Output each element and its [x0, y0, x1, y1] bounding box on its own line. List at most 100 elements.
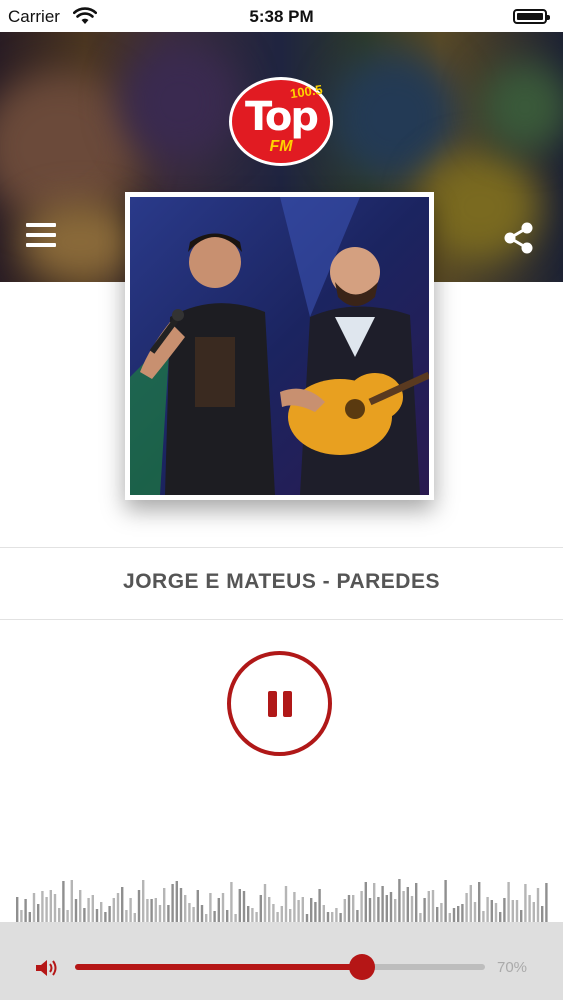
visualizer-bar	[389, 892, 393, 922]
visualizer-bar	[112, 898, 115, 922]
divider-top	[0, 547, 563, 548]
visualizer-bar	[116, 893, 120, 922]
visualizer-bar	[402, 891, 405, 922]
visualizer-bar	[305, 914, 309, 922]
visualizer-bar	[461, 904, 464, 922]
visualizer-bar	[32, 893, 36, 922]
visualizer-bar	[410, 896, 414, 922]
visualizer-bar	[499, 912, 502, 922]
visualizer-bar	[192, 907, 195, 922]
visualizer-bar	[234, 914, 237, 922]
visualizer-bar	[423, 898, 426, 922]
visualizer-bar	[339, 913, 342, 922]
visualizer-bar	[230, 882, 233, 922]
visualizer-bar	[478, 882, 481, 922]
visualizer-bar	[62, 881, 65, 922]
visualizer-bar	[293, 892, 296, 922]
visualizer-bar	[326, 912, 330, 922]
visualizer-bar	[356, 910, 359, 922]
visualizer-bar	[448, 913, 451, 922]
visualizer-bar	[16, 897, 19, 922]
status-time: 5:38 PM	[249, 7, 314, 26]
visualizer-bar	[263, 884, 267, 922]
visualizer-bar	[184, 895, 187, 922]
visualizer-bar	[205, 914, 208, 922]
visualizer-bar	[406, 887, 409, 922]
visualizer-bar	[37, 904, 40, 922]
visualizer-bar	[226, 910, 229, 922]
visualizer-bar	[70, 880, 73, 922]
visualizer-bar	[129, 898, 132, 922]
visualizer-bar	[284, 886, 288, 922]
visualizer-bar	[91, 895, 94, 922]
visualizer-bar	[79, 890, 82, 922]
logo-suffix: FM	[269, 138, 293, 155]
visualizer-bar	[368, 898, 372, 922]
visualizer-bar	[377, 897, 380, 922]
visualizer-bar	[331, 912, 334, 922]
visualizer-bar	[53, 894, 57, 922]
visualizer-bar	[280, 906, 283, 922]
speaker-icon[interactable]	[35, 958, 61, 978]
visualizer-bar	[209, 893, 212, 922]
visualizer-bar	[335, 908, 338, 922]
visualizer-bar	[242, 891, 246, 922]
visualizer-bar	[469, 885, 472, 922]
visualizer-bar	[74, 899, 78, 922]
visualizer-bar	[465, 893, 468, 922]
album-art-image	[130, 197, 429, 495]
visualizer-bar	[545, 883, 548, 922]
visualizer-bar	[381, 886, 384, 922]
audio-visualizer	[16, 879, 548, 922]
now-playing-title: JORGE E MATEUS - PAREDES	[123, 570, 440, 593]
visualizer-bar	[268, 897, 271, 922]
visualizer-bar	[532, 902, 535, 922]
visualizer-bar	[415, 883, 418, 922]
pause-icon	[268, 691, 292, 717]
visualizer-bar	[507, 882, 510, 922]
visualizer-bar	[310, 898, 313, 922]
visualizer-bar	[41, 891, 44, 922]
visualizer-bar	[343, 899, 346, 922]
album-art	[125, 192, 434, 500]
volume-bar	[0, 922, 563, 1000]
visualizer-bar	[175, 881, 178, 922]
visualizer-bar	[276, 912, 279, 922]
volume-slider-thumb[interactable]	[349, 954, 375, 980]
volume-slider[interactable]	[75, 954, 485, 980]
visualizer-bar	[20, 910, 23, 922]
visualizer-bar	[528, 895, 531, 922]
logo-name: Top	[244, 94, 319, 140]
visualizer-bar	[95, 909, 99, 922]
visualizer-bar	[255, 912, 258, 922]
visualizer-bar	[482, 911, 485, 922]
hamburger-menu-icon[interactable]	[26, 223, 56, 251]
visualizer-bar	[494, 903, 498, 922]
visualizer-bar	[259, 895, 262, 922]
visualizer-bar	[289, 909, 292, 922]
visualizer-bar	[427, 891, 430, 922]
battery-icon	[513, 9, 550, 24]
volume-percent-label: 70%	[497, 959, 528, 976]
visualizer-bar	[473, 902, 477, 922]
visualizer-bar	[108, 906, 111, 922]
visualizer-bar	[419, 913, 422, 922]
visualizer-bar	[272, 904, 275, 922]
pause-button[interactable]	[227, 651, 332, 756]
share-icon[interactable]	[503, 221, 535, 255]
visualizer-bar	[440, 903, 443, 922]
visualizer-bar	[301, 897, 304, 922]
visualizer-bar	[213, 911, 216, 922]
status-bar: Carrier 5:38 PM	[0, 0, 563, 32]
visualizer-bar	[490, 900, 493, 922]
visualizer-bar	[457, 906, 460, 922]
visualizer-bar	[297, 900, 300, 922]
visualizer-bar	[133, 913, 136, 922]
visualizer-bar	[100, 902, 103, 922]
visualizer-bar	[541, 906, 544, 922]
visualizer-bar	[247, 906, 250, 922]
visualizer-bar	[171, 884, 174, 922]
visualizer-bar	[436, 907, 439, 922]
visualizer-bar	[314, 902, 317, 922]
visualizer-bar	[486, 897, 489, 922]
